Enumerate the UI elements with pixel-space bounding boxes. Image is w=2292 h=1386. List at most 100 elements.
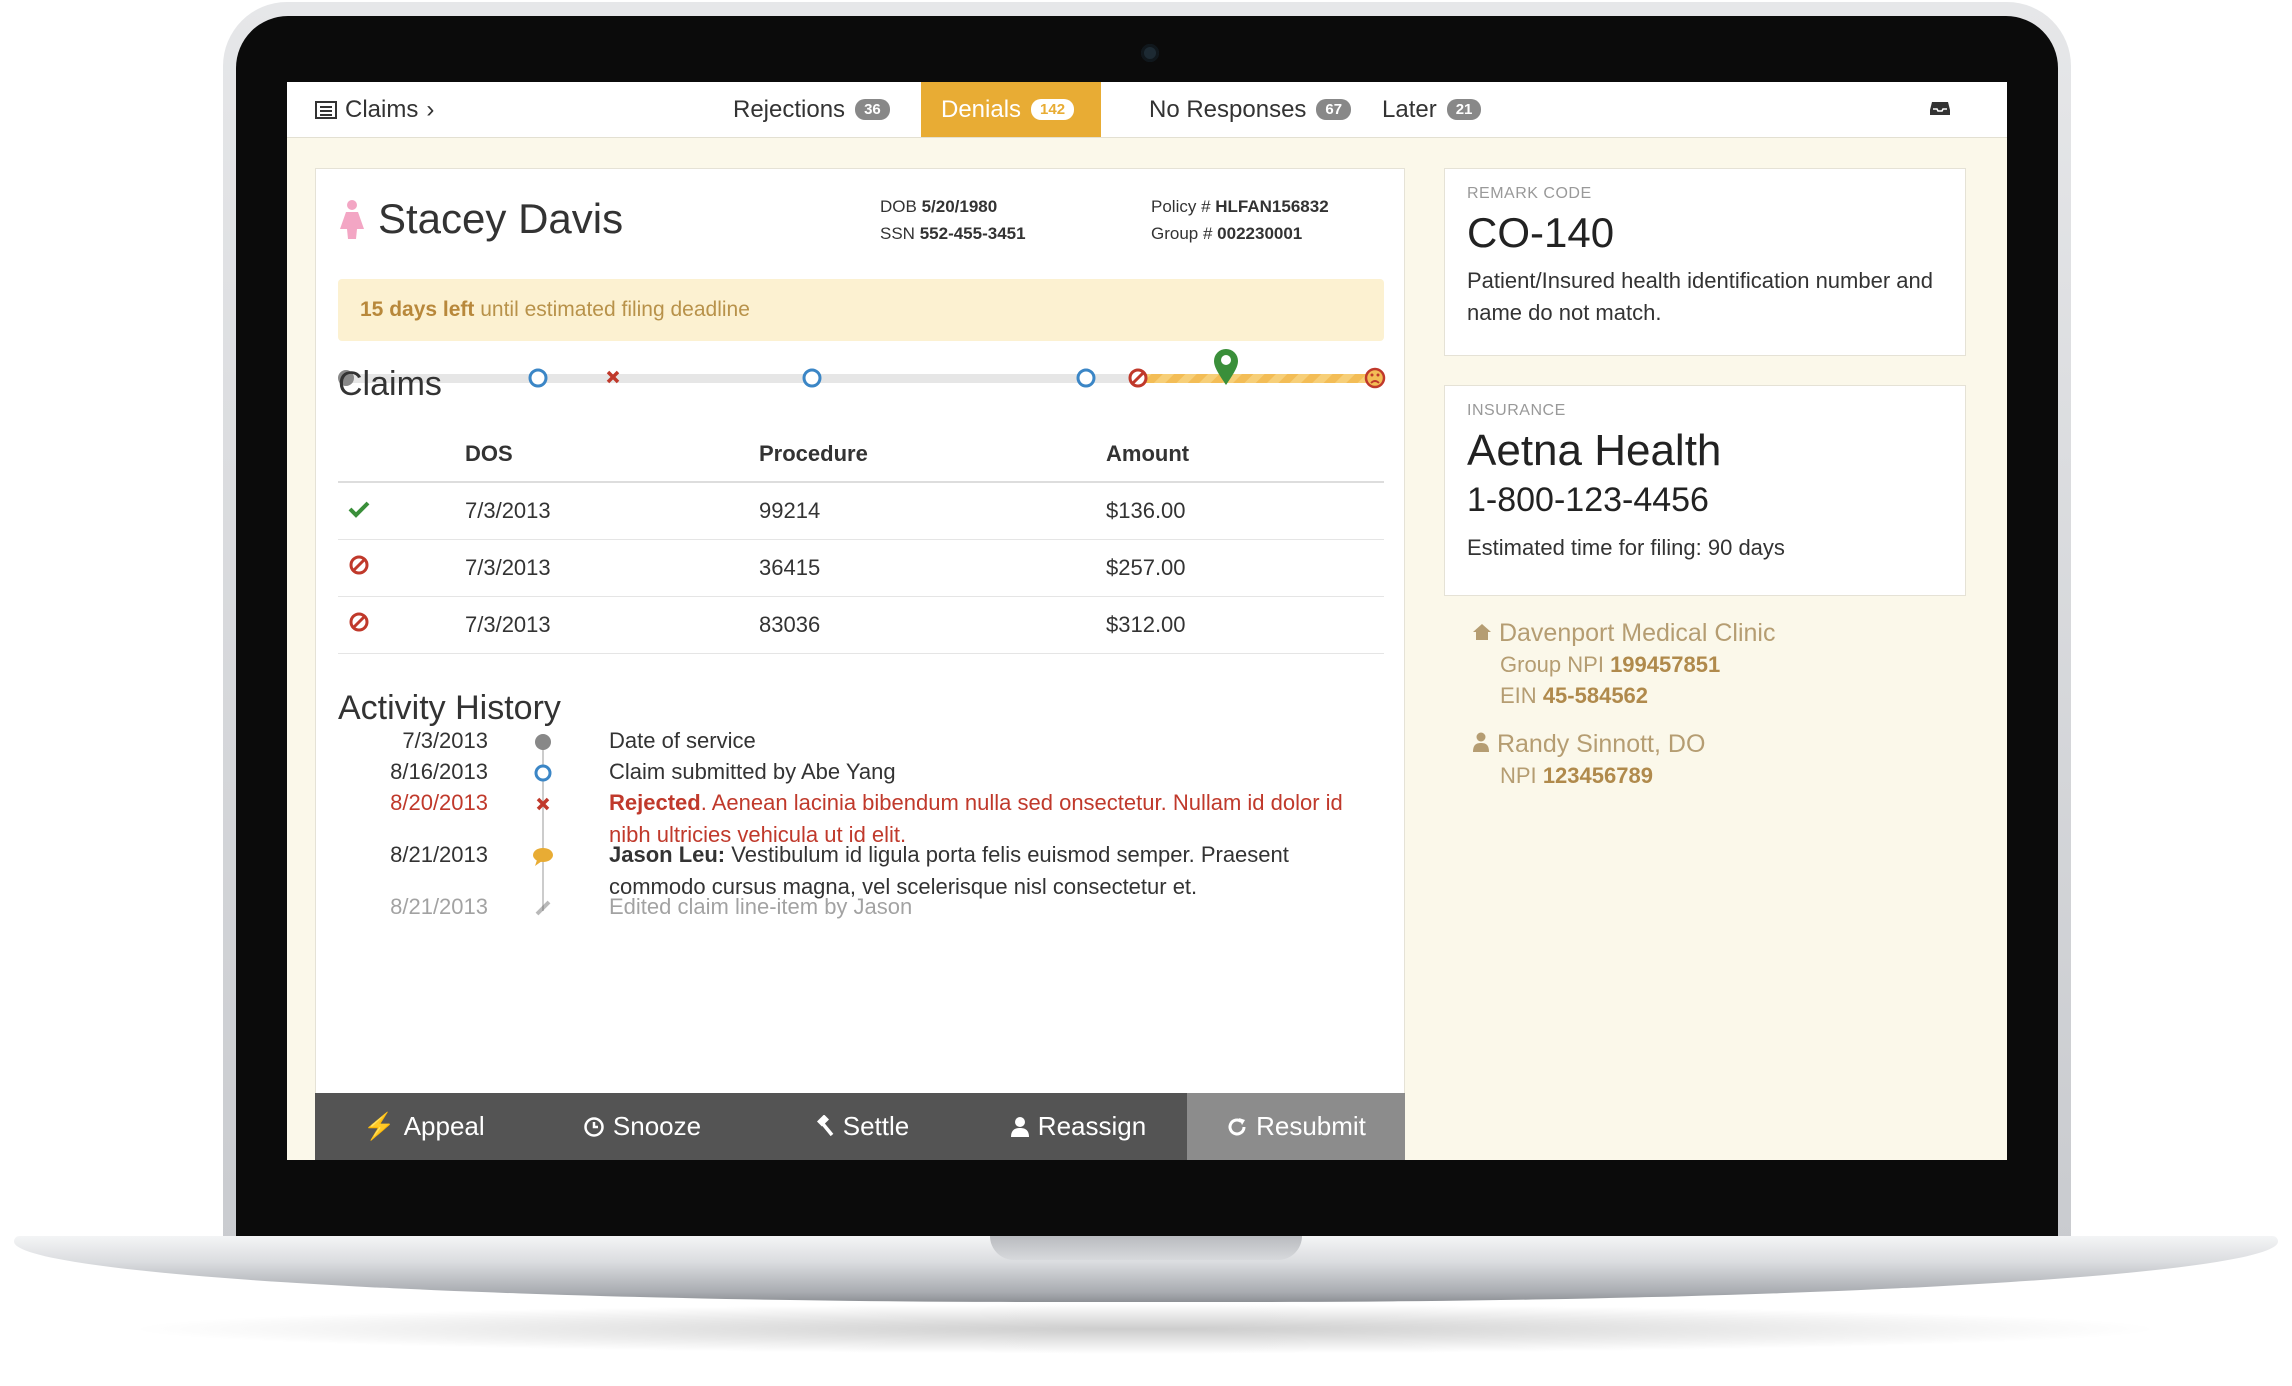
home-icon bbox=[1473, 624, 1491, 640]
dob-value: 5/20/1980 bbox=[921, 197, 998, 216]
provider-npi-value: 123456789 bbox=[1542, 763, 1653, 788]
refresh-icon bbox=[1228, 1117, 1246, 1135]
tab-later[interactable]: Later 21 bbox=[1362, 82, 1501, 137]
snooze-button[interactable]: Snooze bbox=[533, 1093, 751, 1160]
camera-icon bbox=[1141, 44, 1159, 62]
service-dot-icon bbox=[535, 734, 551, 750]
claim-dos: 7/3/2013 bbox=[464, 539, 758, 597]
count-badge: 21 bbox=[1446, 99, 1482, 120]
insurance-label: INSURANCE bbox=[1467, 402, 1566, 419]
timeline-event-dot[interactable] bbox=[528, 368, 548, 388]
tab-rejections[interactable]: Rejections 36 bbox=[713, 82, 910, 137]
remark-code-card: REMARK CODE CO-140 Patient/Insured healt… bbox=[1444, 168, 1966, 356]
inbox-icon[interactable] bbox=[1929, 96, 1951, 118]
insurance-phone[interactable]: 1-800-123-4456 bbox=[1467, 481, 1709, 520]
chevron-right-icon: › bbox=[426, 96, 435, 123]
breadcrumb[interactable]: Claims › bbox=[315, 82, 434, 137]
table-row[interactable]: 7/3/2013 36415 $257.00 bbox=[338, 539, 1384, 597]
comment-icon bbox=[533, 848, 553, 866]
count-badge: 36 bbox=[855, 99, 890, 120]
insurance-name: Aetna Health bbox=[1467, 426, 1722, 475]
reassign-button[interactable]: Reassign bbox=[969, 1093, 1187, 1160]
resubmit-label: Resubmit bbox=[1256, 1111, 1366, 1141]
patient-policy: Policy # HLFAN156832 Group # 002230001 bbox=[1151, 193, 1329, 247]
tab-label: Later bbox=[1382, 95, 1437, 123]
user-icon bbox=[1010, 1116, 1029, 1137]
timeline-event-dot[interactable] bbox=[1076, 368, 1096, 388]
denied-icon bbox=[349, 555, 369, 575]
timeline-deadline-sad-icon[interactable] bbox=[1364, 367, 1386, 389]
tab-label: Denials bbox=[941, 95, 1022, 123]
activity-date: 8/21/2013 bbox=[390, 842, 488, 867]
breadcrumb-label: Claims bbox=[345, 96, 419, 123]
tab-denials[interactable]: Denials 142 bbox=[921, 82, 1101, 137]
pencil-icon bbox=[535, 900, 551, 916]
laptop-notch bbox=[990, 1236, 1302, 1260]
column-header-dos: DOS bbox=[464, 427, 758, 483]
submitted-dot-icon bbox=[534, 764, 552, 782]
tab-label: Rejections bbox=[733, 95, 846, 123]
patient-name: Stacey Davis bbox=[378, 195, 624, 242]
activity-date: 7/3/2013 bbox=[402, 728, 488, 753]
insurance-filing-time: Estimated time for filing: 90 days bbox=[1467, 535, 1785, 560]
remark-description: Patient/Insured health identification nu… bbox=[1467, 268, 1933, 325]
timeline-denied-icon[interactable] bbox=[1128, 368, 1148, 388]
claim-procedure: 99214 bbox=[758, 482, 1105, 540]
reject-x-icon bbox=[536, 797, 550, 811]
ein-label: EIN bbox=[1500, 683, 1537, 708]
deadline-text: until estimated filing deadline bbox=[474, 298, 750, 321]
tab-no-responses[interactable]: No Responses 67 bbox=[1129, 82, 1371, 137]
ssn-value: 552-455-3451 bbox=[919, 224, 1026, 243]
count-badge: 142 bbox=[1031, 99, 1075, 120]
group-value: 002230001 bbox=[1217, 224, 1303, 243]
claim-procedure: 83036 bbox=[758, 596, 1105, 654]
activity-heading: Activity History bbox=[338, 689, 561, 727]
provider-name[interactable]: Randy Sinnott, DO bbox=[1497, 730, 1705, 758]
claims-table: DOS Procedure Amount 7/3/2013 99214 $136… bbox=[338, 427, 1384, 654]
appeal-button[interactable]: ⚡ Appeal bbox=[315, 1093, 533, 1160]
activity-date: 8/21/2013 bbox=[390, 894, 488, 919]
claim-procedure: 36415 bbox=[758, 539, 1105, 597]
deadline-days: 15 days left bbox=[360, 298, 475, 321]
patient-dob-ssn: DOB 5/20/1980 SSN 552-455-3451 bbox=[880, 193, 1026, 247]
claim-dos: 7/3/2013 bbox=[464, 482, 758, 540]
activity-text: Claim submitted by Abe Yang bbox=[609, 759, 896, 784]
list-icon bbox=[315, 100, 337, 119]
column-header-procedure: Procedure bbox=[758, 427, 1105, 483]
denied-icon bbox=[349, 612, 369, 632]
activity-date: 8/16/2013 bbox=[390, 759, 488, 784]
activity-text: Edited claim line-item by Jason bbox=[609, 894, 913, 919]
claim-timeline bbox=[338, 349, 1386, 389]
policy-value: HLFAN156832 bbox=[1215, 197, 1329, 216]
resubmit-button[interactable]: Resubmit bbox=[1187, 1093, 1405, 1160]
clock-icon bbox=[584, 1116, 604, 1137]
ssn-label: SSN bbox=[880, 224, 915, 243]
settle-button[interactable]: Settle bbox=[751, 1093, 969, 1160]
claim-amount: $312.00 bbox=[1105, 596, 1384, 654]
patient-header: Stacey Davis bbox=[338, 195, 623, 243]
group-label: Group # bbox=[1151, 224, 1213, 243]
activity-status: Rejected bbox=[609, 790, 701, 815]
appeal-label: Appeal bbox=[403, 1111, 485, 1141]
table-row[interactable]: 7/3/2013 83036 $312.00 bbox=[338, 596, 1384, 654]
activity-date: 8/20/2013 bbox=[390, 790, 488, 815]
check-icon bbox=[348, 501, 370, 518]
snooze-label: Snooze bbox=[612, 1111, 702, 1141]
timeline-remaining bbox=[1138, 374, 1380, 383]
group-npi-value: 199457851 bbox=[1610, 652, 1721, 677]
timeline-event-dot[interactable] bbox=[802, 368, 822, 388]
reassign-label: Reassign bbox=[1037, 1111, 1147, 1141]
gavel-icon bbox=[816, 1114, 834, 1136]
timeline-track bbox=[344, 374, 1144, 383]
claim-dos: 7/3/2013 bbox=[464, 596, 758, 654]
count-badge: 67 bbox=[1316, 99, 1352, 120]
clinic-name[interactable]: Davenport Medical Clinic bbox=[1499, 619, 1776, 647]
tab-label: No Responses bbox=[1149, 95, 1307, 123]
column-header-amount: Amount bbox=[1105, 427, 1384, 483]
claims-header-row: DOS Procedure Amount bbox=[338, 427, 1384, 483]
dob-label: DOB bbox=[880, 197, 917, 216]
policy-label: Policy # bbox=[1151, 197, 1211, 216]
table-row[interactable]: 7/3/2013 99214 $136.00 bbox=[338, 482, 1384, 540]
top-nav: Claims › Rejections 36 Denials 142 No Re… bbox=[287, 82, 2007, 138]
activity-text: Date of service bbox=[609, 728, 756, 753]
